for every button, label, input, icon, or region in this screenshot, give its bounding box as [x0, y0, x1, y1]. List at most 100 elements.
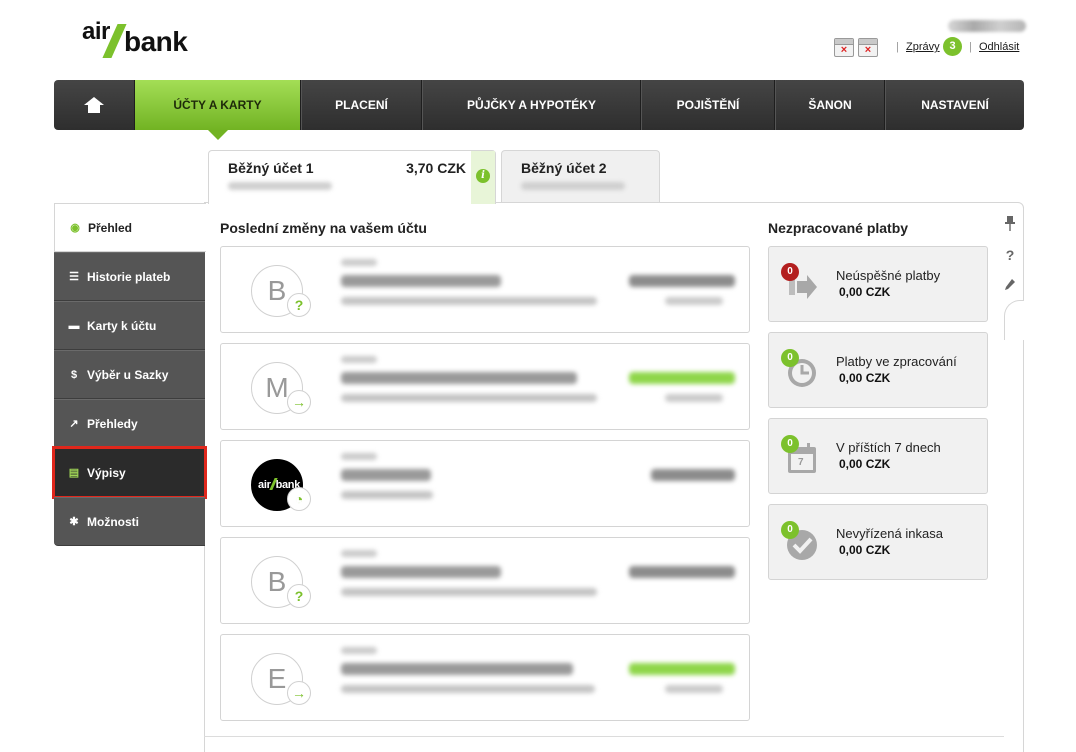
- count-badge: 0: [781, 435, 799, 453]
- account-name: Běžný účet 2: [521, 160, 607, 176]
- document-icon: ▤: [68, 467, 80, 479]
- sidebar-item-label: Karty k účtu: [87, 318, 157, 333]
- transaction-description-redacted: [341, 491, 433, 499]
- nav-insurance[interactable]: POJIŠTĚNÍ: [641, 80, 775, 130]
- pending-processing-payments[interactable]: 0 Platby ve zpracování 0,00 CZK: [768, 332, 988, 408]
- messages-count-badge[interactable]: 3: [943, 37, 962, 56]
- transaction-name-redacted: [341, 663, 573, 675]
- nav-home[interactable]: [54, 80, 135, 130]
- pending-payments-title: Nezpracované platby: [768, 220, 909, 236]
- transaction-amount-redacted: [629, 566, 735, 578]
- account-balance: 3,70 CZK: [406, 160, 466, 176]
- calendar-day: 7: [798, 457, 804, 468]
- recent-changes-title: Poslední změny na vašem účtu: [220, 220, 427, 236]
- transaction-description-redacted: [341, 394, 597, 402]
- pin-icon[interactable]: [1003, 216, 1017, 232]
- pending-label: Neúspěšné platby: [836, 268, 941, 283]
- airbank-logo[interactable]: air bank: [82, 18, 204, 58]
- transaction-date-redacted: [341, 647, 377, 654]
- sidebar-item-overview[interactable]: ◉ Přehled: [54, 203, 206, 252]
- nav-folder[interactable]: ŠANON: [775, 80, 885, 130]
- sidebar-item-sazka-withdrawal[interactable]: $ Výběr u Sazky: [54, 350, 205, 399]
- info-icon[interactable]: i: [476, 169, 490, 183]
- logo-air-text: air: [82, 18, 110, 45]
- account-name: Běžný účet 1: [228, 160, 314, 176]
- nav-settings[interactable]: NASTAVENÍ: [885, 80, 1024, 130]
- clock-icon: ◔: [287, 487, 311, 511]
- transaction-description-redacted: [341, 588, 597, 596]
- help-icon[interactable]: ?: [1003, 247, 1017, 263]
- transaction-card[interactable]: E →: [220, 634, 750, 721]
- nav-loans-mortgages[interactable]: PŮJČKY A HYPOTÉKY: [422, 80, 641, 130]
- pending-amount: 0,00 CZK: [839, 285, 891, 299]
- dollar-icon: $: [70, 368, 78, 381]
- sidebar-item-options[interactable]: ✱ Možnosti: [54, 497, 205, 546]
- sidebar-item-cards[interactable]: ▬ Karty k účtu: [54, 301, 205, 350]
- transaction-card[interactable]: air bank ◔: [220, 440, 750, 527]
- account-info-strip[interactable]: i: [471, 151, 495, 204]
- side-menu: ◉ Přehled ☰ Historie plateb ▬ Karty k úč…: [52, 203, 207, 546]
- count-badge: 0: [781, 349, 799, 367]
- transaction-date-redacted: [341, 550, 377, 557]
- transaction-date-redacted: [341, 453, 377, 460]
- transaction-description-redacted: [341, 685, 595, 693]
- home-icon: [84, 97, 104, 113]
- pencil-icon[interactable]: [1003, 278, 1017, 294]
- transaction-amount-redacted: [629, 663, 735, 675]
- card-icon: ▬: [68, 319, 80, 332]
- transaction-amount-redacted: [629, 275, 735, 287]
- count-badge: 0: [781, 263, 799, 281]
- nav-payments[interactable]: PLACENÍ: [301, 80, 422, 130]
- calendar-icon[interactable]: ×: [834, 38, 854, 57]
- pending-label: Platby ve zpracování: [836, 354, 957, 369]
- pending-failed-payments[interactable]: 0 Neúspěšné platby 0,00 CZK: [768, 246, 988, 322]
- sidebar-item-payment-history[interactable]: ☰ Historie plateb: [54, 252, 205, 301]
- transaction-amount-redacted: [651, 469, 735, 481]
- separator: |: [896, 41, 899, 53]
- transaction-amount-redacted: [629, 372, 735, 384]
- incoming-arrow-icon: →: [287, 390, 311, 414]
- incoming-arrow-icon: →: [287, 681, 311, 705]
- transaction-subamount-redacted: [665, 394, 723, 402]
- transaction-name-redacted: [341, 275, 501, 287]
- sidebar-item-label: Přehled: [88, 220, 133, 235]
- calendar-icon[interactable]: ×: [858, 38, 878, 57]
- transaction-name-redacted: [341, 372, 577, 384]
- account-tab-1[interactable]: Běžný účet 1 3,70 CZK i: [208, 150, 496, 204]
- account-tab-2[interactable]: Běžný účet 2: [501, 150, 660, 202]
- divider: [204, 736, 1004, 737]
- count-badge: 0: [781, 521, 799, 539]
- pending-amount: 0,00 CZK: [839, 371, 891, 385]
- chart-icon: ↗: [69, 418, 79, 430]
- pending-amount: 0,00 CZK: [839, 543, 891, 557]
- list-icon: ☰: [69, 271, 79, 283]
- pending-label: Nevyřízená inkasa: [836, 526, 943, 541]
- sidebar-item-reports[interactable]: ↗ Přehledy: [54, 399, 205, 448]
- pending-amount: 0,00 CZK: [839, 457, 891, 471]
- transaction-name-redacted: [341, 469, 431, 481]
- question-icon: ?: [287, 584, 311, 608]
- question-icon: ?: [287, 293, 311, 317]
- main-navigation: ÚČTY A KARTY PLACENÍ PŮJČKY A HYPOTÉKY P…: [54, 80, 1024, 140]
- account-number-redacted: [521, 182, 625, 190]
- sidebar-item-label: Přehledy: [87, 416, 138, 431]
- transaction-card[interactable]: B ?: [220, 246, 750, 333]
- sidebar-item-label: Historie plateb: [87, 269, 171, 284]
- separator: |: [969, 41, 972, 53]
- panel-edge: [1004, 300, 1024, 340]
- sidebar-item-statements[interactable]: ▤ Výpisy: [52, 446, 207, 499]
- nav-accounts-cards[interactable]: ÚČTY A KARTY: [135, 80, 301, 140]
- transaction-card[interactable]: B ?: [220, 537, 750, 624]
- transaction-subamount-redacted: [665, 685, 723, 693]
- page: air bank × × | Zprávy 3 | Odhlásit ÚČTY …: [0, 0, 1076, 752]
- messages-link[interactable]: Zprávy: [906, 41, 940, 53]
- transaction-name-redacted: [341, 566, 501, 578]
- sidebar-item-label: Výběr u Sazky: [87, 367, 169, 382]
- logout-link[interactable]: Odhlásit: [979, 41, 1019, 53]
- pending-next-7-days[interactable]: 0 7 V příštích 7 dnech 0,00 CZK: [768, 418, 988, 494]
- sidebar-item-label: Výpisy: [87, 465, 126, 480]
- user-name-redacted: [948, 20, 1026, 32]
- transaction-card[interactable]: M →: [220, 343, 750, 430]
- pending-direct-debits[interactable]: 0 Nevyřízená inkasa 0,00 CZK: [768, 504, 988, 580]
- sidebar-item-label: Možnosti: [87, 514, 139, 529]
